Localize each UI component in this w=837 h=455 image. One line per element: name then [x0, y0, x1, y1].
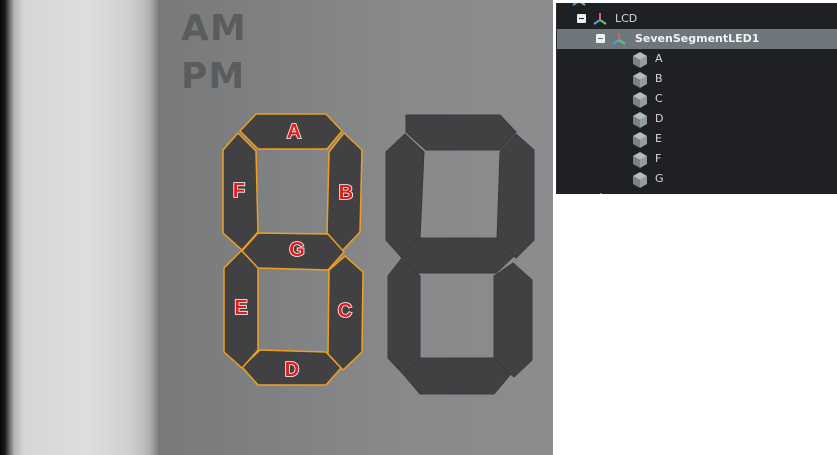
- tree-label-sevensegmentled1: SevenSegmentLED1: [635, 32, 760, 45]
- cube-icon: [633, 72, 647, 88]
- tree-row-sevensegmentled1[interactable]: SevenSegmentLED1: [557, 29, 837, 49]
- tree-label-e: E: [655, 132, 662, 145]
- tree-row-segment-g[interactable]: G: [557, 169, 837, 189]
- cube-icon: [633, 172, 647, 188]
- tree-label-d: D: [655, 112, 664, 125]
- tree-row-segment-a[interactable]: A: [557, 49, 837, 69]
- transform-axes-icon: [600, 193, 602, 194]
- tree-label-a: A: [655, 52, 663, 65]
- segment-d-label: D: [285, 359, 299, 381]
- tree-label-c: C: [655, 92, 663, 105]
- cube-icon: [633, 112, 647, 128]
- digit-2-segment-a[interactable]: [405, 114, 517, 151]
- seven-segment-display: A B C D E F G: [222, 113, 535, 395]
- tree-label-lcd: LCD: [615, 12, 638, 25]
- transform-axes-icon: [593, 13, 607, 25]
- cube-icon: [633, 52, 647, 68]
- tree-row-segment-d[interactable]: D: [557, 109, 837, 129]
- digit-2-segment-d[interactable]: [403, 357, 511, 395]
- cube-icon: [633, 152, 647, 168]
- segment-e-label: E: [234, 297, 247, 319]
- segment-g-label: G: [289, 239, 305, 261]
- tree-label-f: F: [655, 152, 662, 165]
- tree-label-b: B: [655, 72, 663, 85]
- transform-axes-icon: [612, 33, 626, 45]
- segment-a-label: A: [287, 121, 301, 143]
- tree-row-lcd[interactable]: LCD: [557, 9, 837, 29]
- tree-label-g: G: [655, 172, 664, 185]
- scene-viewport[interactable]: AM PM A B C D E F G: [0, 0, 553, 455]
- digit-2-segment-b[interactable]: [496, 133, 535, 259]
- collapse-toggle-icon[interactable]: [596, 34, 605, 43]
- digit-2-segment-e[interactable]: [387, 257, 421, 376]
- segment-f-label: F: [233, 180, 245, 202]
- segment-b-label: B: [339, 182, 353, 204]
- cube-icon: [633, 92, 647, 108]
- collapse-toggle-icon[interactable]: [577, 14, 586, 23]
- cube-icon: [633, 132, 647, 148]
- tree-row-segment-e[interactable]: E: [557, 129, 837, 149]
- tree-row-segment-f[interactable]: F: [557, 149, 837, 169]
- tree-row-segment-c[interactable]: C: [557, 89, 837, 109]
- segment-c-label: C: [338, 300, 352, 322]
- scene-hierarchy-panel[interactable]: LCD SevenSegmentLED1 A B C D E F G: [556, 3, 837, 194]
- digit-2-segment-g[interactable]: [401, 237, 515, 274]
- transform-axes-icon: [572, 3, 586, 6]
- tree-row-next-partial: [557, 189, 837, 194]
- digit-2: [385, 114, 535, 395]
- tree-row-segment-b[interactable]: B: [557, 69, 837, 89]
- digit-2-segment-c[interactable]: [493, 262, 533, 378]
